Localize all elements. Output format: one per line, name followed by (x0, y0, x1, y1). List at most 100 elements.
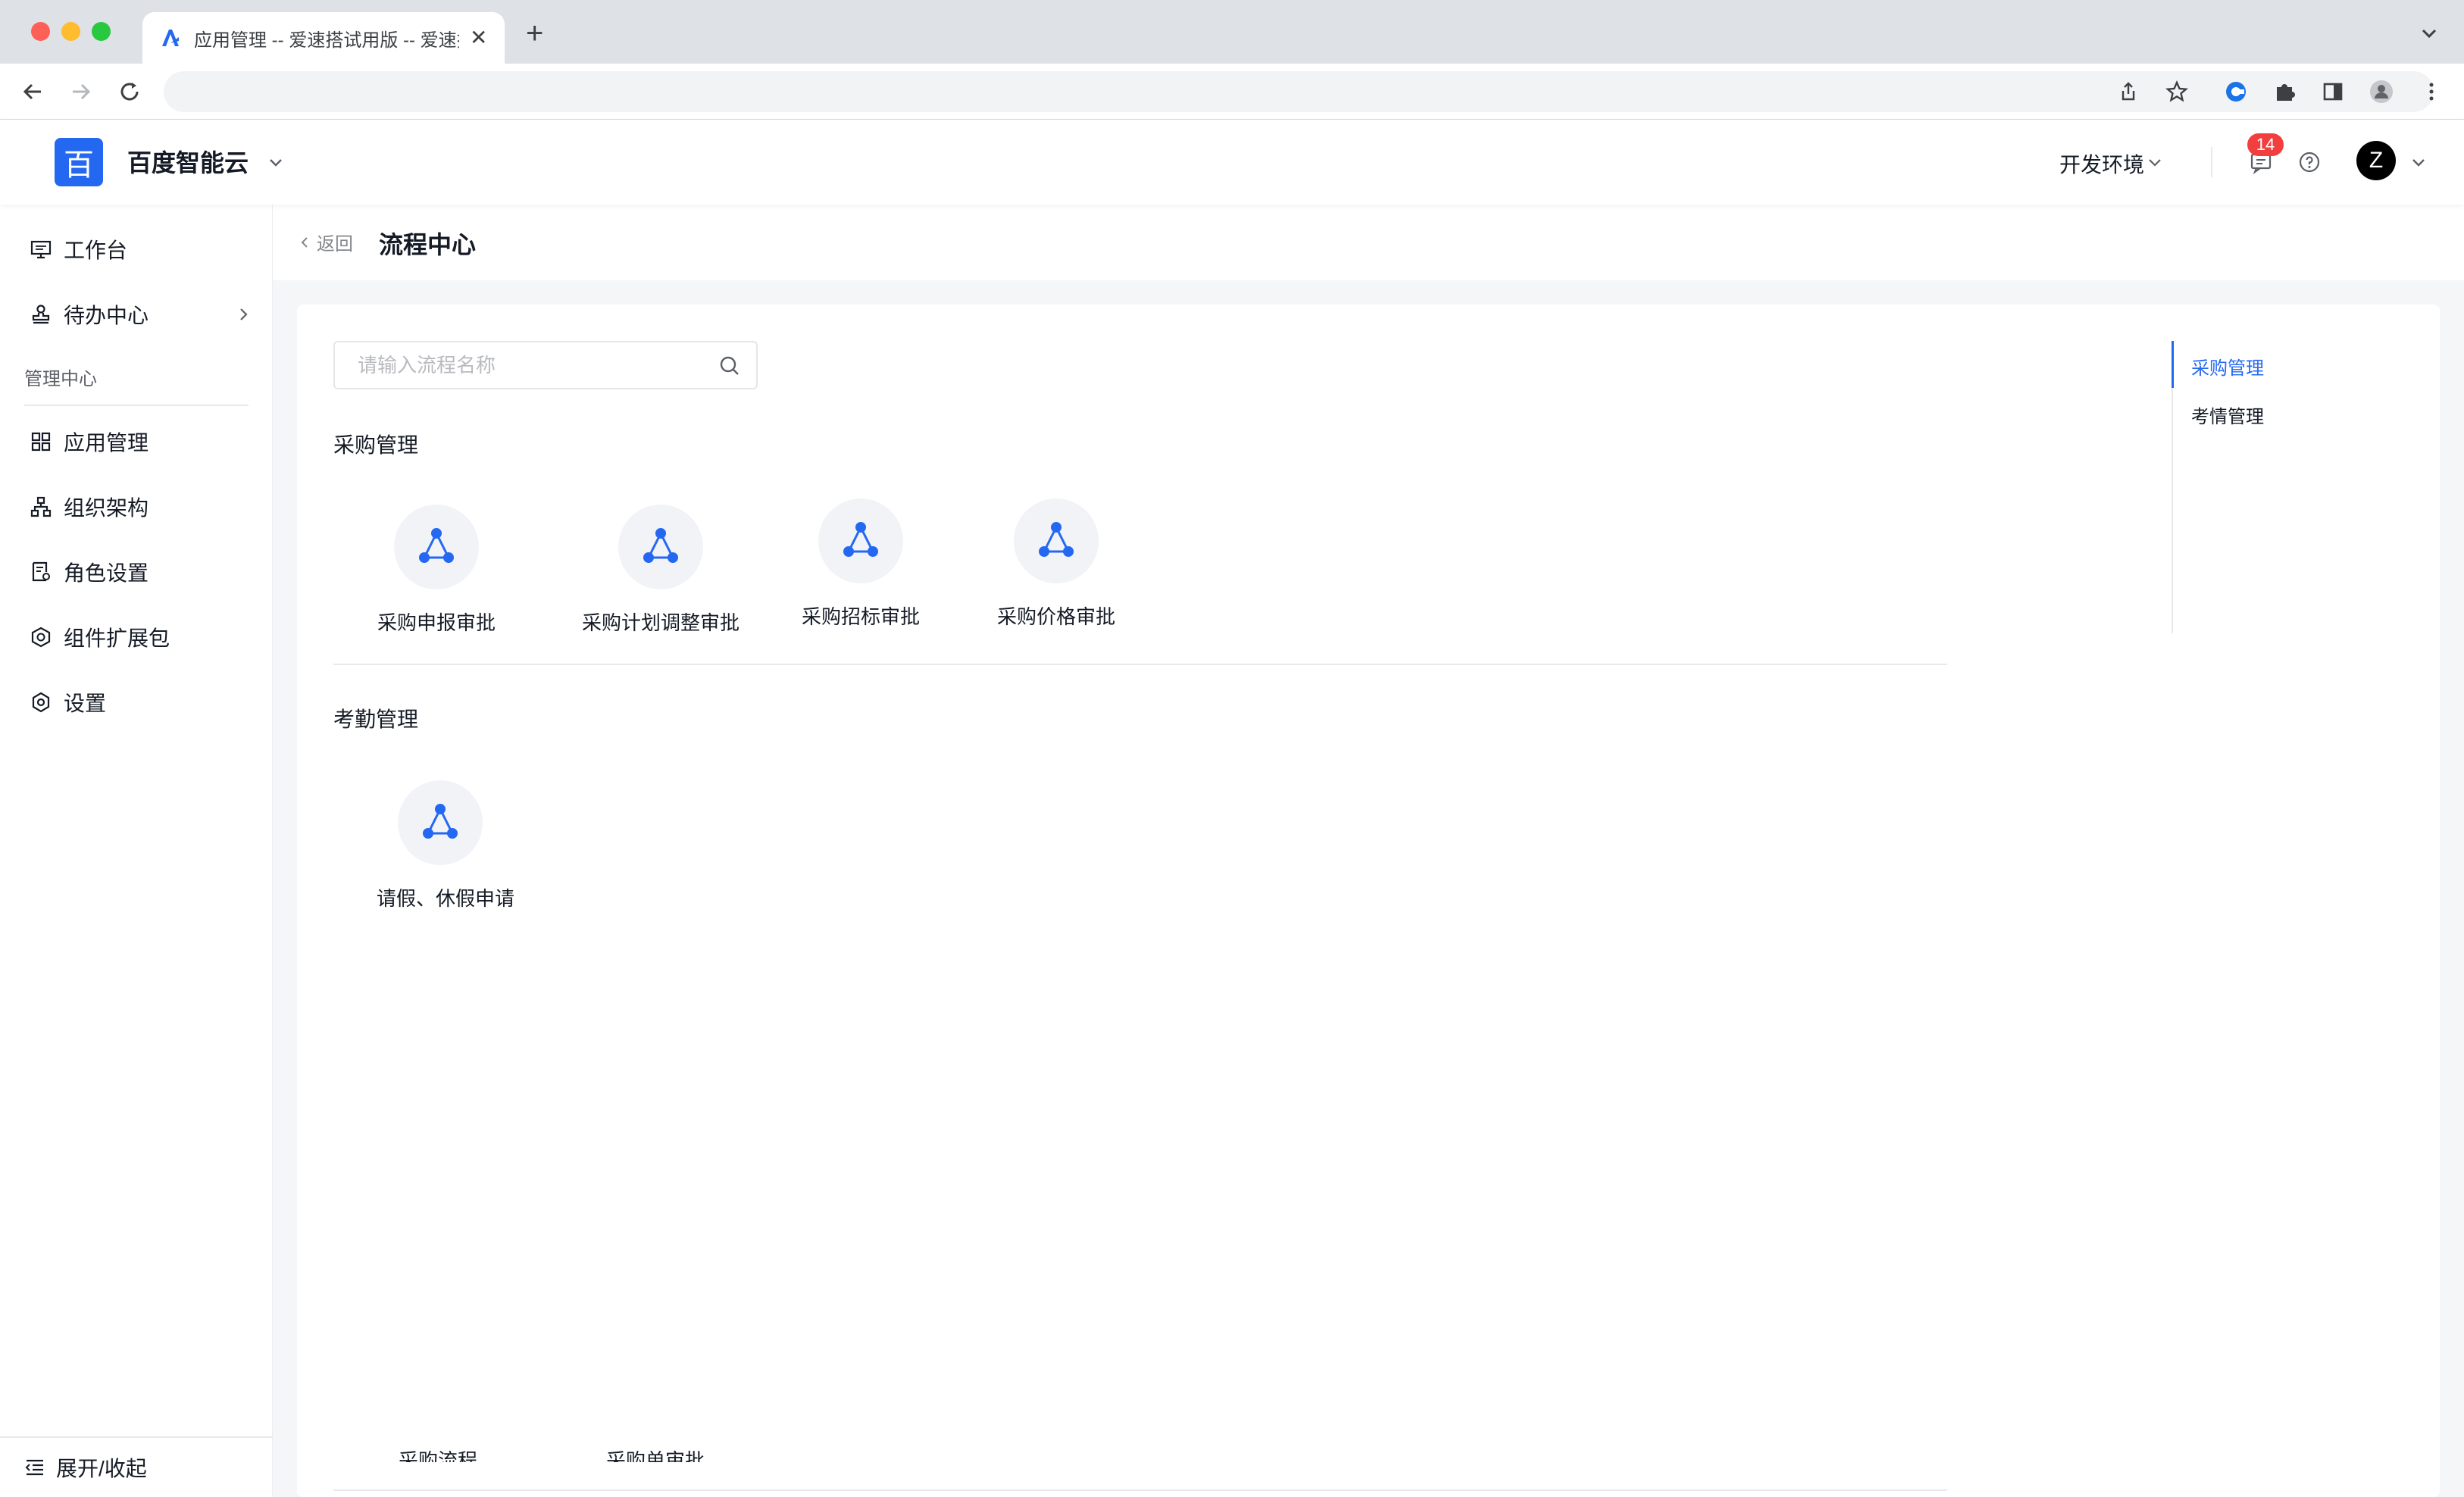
page-title: 流程中心 (379, 231, 477, 258)
flow-name: 采购招标审批 (801, 605, 920, 628)
extensions-puzzle-icon[interactable] (2270, 77, 2299, 106)
sidebar-item-label: 工作台 (64, 239, 128, 262)
page-header (273, 205, 2464, 280)
help-icon[interactable] (2297, 150, 2322, 174)
flow-name: 请假、休假申请 (376, 887, 514, 910)
reload-icon[interactable] (115, 77, 144, 106)
anchor-nav-indicator (2172, 341, 2174, 388)
sidebar-divider (24, 405, 249, 406)
workflow-nodes-icon (643, 528, 678, 563)
flow-card[interactable]: 采购招标审批 (777, 498, 944, 650)
group-divider (333, 664, 1947, 665)
flow-name: 采购价格审批 (996, 605, 1115, 628)
flow-icon-circle (1014, 498, 1099, 583)
role-icon (29, 560, 53, 584)
back-arrow-icon[interactable] (18, 77, 47, 106)
flow-name: 采购流程 (399, 1449, 478, 1462)
sidebar-item-label: 组织架构 (64, 496, 149, 520)
flow-name: 采购单审批 (606, 1449, 705, 1462)
workflow-nodes-icon (843, 522, 878, 557)
sidebar-item-label: 角色设置 (64, 561, 149, 585)
workflow-nodes-icon (423, 804, 458, 839)
sidebar-item-label: 设置 (64, 692, 107, 715)
workflow-nodes-icon (419, 528, 454, 563)
new-tab-button[interactable]: + (526, 18, 543, 48)
group-title-procurement: 采购管理 (333, 433, 419, 457)
collapse-label: 展开/收起 (56, 1457, 147, 1480)
brand-logo[interactable]: 百 (55, 138, 103, 186)
back-link[interactable]: 返回 (297, 229, 353, 255)
sidebar-item-app-management[interactable]: 应用管理 (0, 415, 273, 468)
sidebar-item-label: 待办中心 (64, 304, 149, 327)
flow-icon-circle (618, 505, 703, 589)
flow-name: 采购申报审批 (377, 611, 496, 634)
flow-search-box (333, 341, 758, 389)
notification-badge: 14 (2247, 133, 2284, 156)
aisuda-favicon-icon (158, 25, 183, 51)
sidebar: 工作台 待办中心 管理中心 应用管理 组织架构 角色设置 组件扩展包 设置 展开… (0, 205, 273, 1497)
environment-select[interactable]: 开发环境 (2059, 148, 2144, 179)
tab-search-chevron-icon[interactable] (2417, 21, 2441, 45)
browser-tab-active[interactable]: 应用管理 -- 爱速搭试用版 -- 爱速搭 ✕ (142, 12, 505, 64)
flow-card[interactable]: 采购申报审批 (353, 505, 520, 656)
close-window-button[interactable] (31, 22, 50, 41)
back-label: 返回 (317, 234, 353, 255)
stamp-icon (29, 302, 53, 327)
flow-icon-circle (398, 780, 483, 865)
group-title-attendance: 考勤管理 (333, 708, 419, 731)
browser-tabstrip: 应用管理 -- 爱速搭试用版 -- 爱速搭 ✕ + (0, 0, 2464, 64)
app-header: 百 百度智能云 开发环境 14 Z (0, 120, 2464, 205)
tab-title: 应用管理 -- 爱速搭试用版 -- 爱速搭 (194, 30, 459, 51)
workflow-nodes-icon (1039, 522, 1074, 557)
forward-arrow-icon[interactable] (67, 77, 95, 106)
user-chevron-down-icon[interactable] (2408, 152, 2429, 173)
package-icon (29, 625, 53, 649)
side-panel-icon[interactable] (2319, 77, 2347, 106)
tab-close-icon[interactable]: ✕ (470, 27, 487, 48)
sidebar-item-extensions[interactable]: 组件扩展包 (0, 611, 273, 664)
flow-name: 采购计划调整审批 (581, 611, 740, 634)
flow-icon-circle (394, 505, 479, 589)
bookmark-star-icon[interactable] (2162, 77, 2191, 106)
flow-card[interactable]: 请假、休假申请 (362, 780, 529, 932)
sidebar-item-label: 应用管理 (64, 431, 149, 455)
search-input[interactable] (358, 353, 714, 377)
browser-toolbar (0, 64, 2464, 120)
minimize-window-button[interactable] (61, 22, 80, 41)
chevron-right-icon (233, 305, 253, 324)
monitor-icon (29, 237, 53, 261)
search-icon[interactable] (718, 355, 741, 377)
sidebar-item-settings[interactable]: 设置 (0, 676, 273, 729)
clipped-flow-row: 采购流程 采购单审批 (333, 1439, 1015, 1462)
grid-icon (29, 430, 53, 454)
browser-menu-icon[interactable] (2417, 77, 2446, 106)
sidebar-item-org[interactable]: 组织架构 (0, 480, 273, 533)
brand-name[interactable]: 百度智能云 (127, 144, 249, 179)
sidebar-item-label: 组件扩展包 (64, 627, 170, 650)
sidebar-item-todo[interactable]: 待办中心 (0, 288, 273, 341)
anchor-item-procurement[interactable]: 采购管理 (2191, 353, 2264, 380)
sidebar-section-title: 管理中心 (24, 369, 97, 389)
flow-icon-circle (818, 498, 903, 583)
maximize-window-button[interactable] (92, 22, 111, 41)
extension-g-icon[interactable] (2222, 77, 2250, 106)
address-bar[interactable] (164, 71, 2434, 112)
profile-icon[interactable] (2367, 77, 2396, 106)
share-icon[interactable] (2114, 77, 2143, 106)
sidebar-collapse-toggle[interactable]: 展开/收起 (0, 1436, 273, 1497)
flow-card[interactable]: 采购计划调整审批 (577, 505, 744, 656)
sidebar-item-roles[interactable]: 角色设置 (0, 545, 273, 598)
chevron-left-icon (297, 235, 312, 250)
content-card (297, 305, 2440, 1497)
org-icon (29, 495, 53, 519)
user-avatar[interactable]: Z (2356, 141, 2396, 180)
anchor-item-attendance[interactable]: 考情管理 (2191, 402, 2264, 428)
sidebar-item-workbench[interactable]: 工作台 (0, 223, 273, 276)
header-divider (2211, 147, 2212, 177)
flow-card[interactable]: 采购价格审批 (973, 498, 1140, 650)
group-divider (333, 1489, 1947, 1491)
brand-chevron-down-icon[interactable] (265, 152, 286, 173)
collapse-menu-icon (23, 1455, 47, 1480)
env-chevron-down-icon[interactable] (2146, 153, 2164, 171)
gear-icon (29, 690, 53, 714)
